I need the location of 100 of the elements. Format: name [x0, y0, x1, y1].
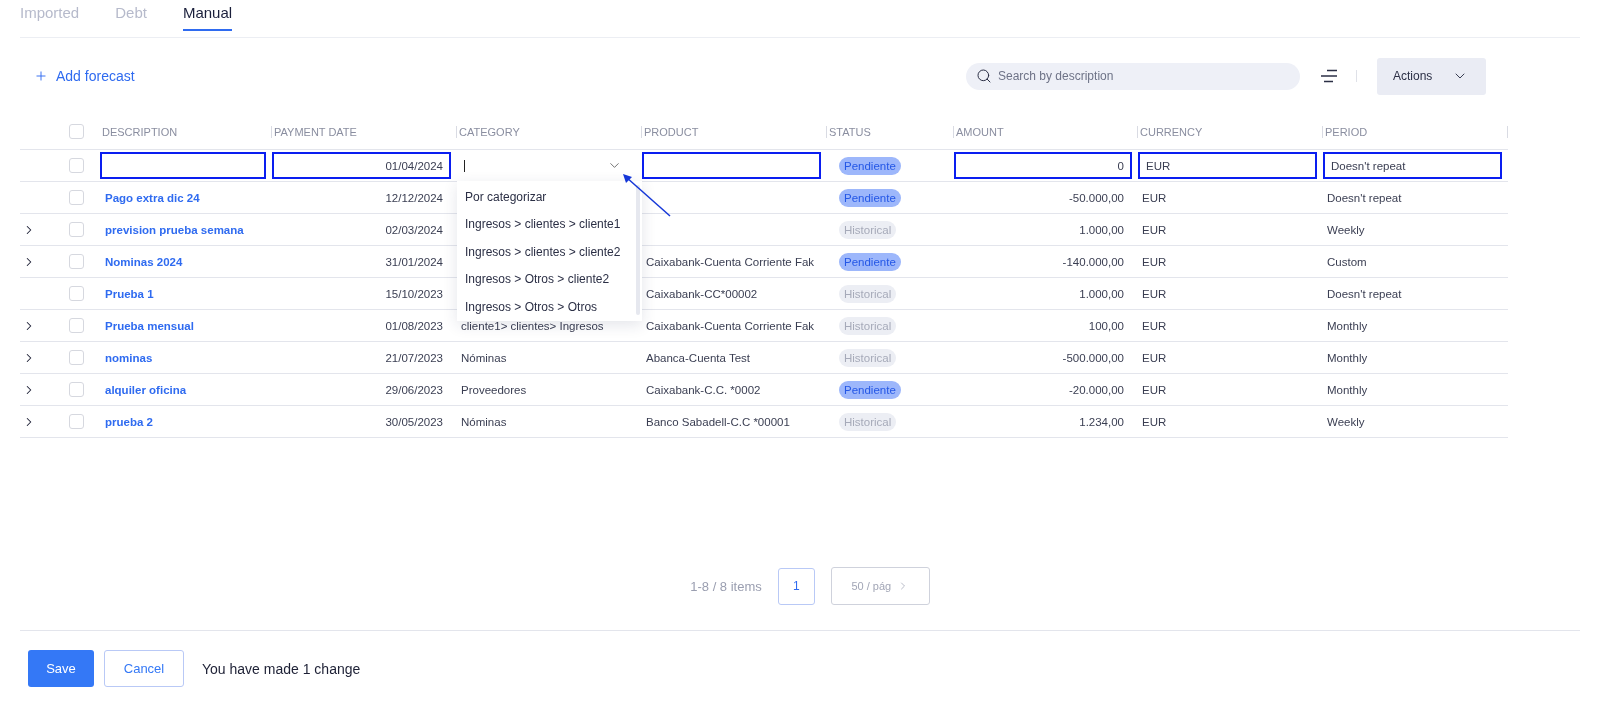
status-badge: Pendiente [839, 156, 901, 175]
column-header: DESCRIPTION [102, 125, 178, 138]
checkbox[interactable] [69, 222, 84, 237]
save-button[interactable]: Save [28, 650, 94, 687]
currency-input[interactable]: EUR [1138, 152, 1317, 179]
amount-text: 1.000,00 [1079, 287, 1124, 300]
amount-text: -20.000,00 [1069, 383, 1124, 396]
payment-date: 21/07/2023 [385, 351, 443, 364]
dropdown-option[interactable]: Ingresos > Otros > cliente2 [457, 265, 642, 293]
description-link[interactable]: prevision prueba semana [104, 223, 244, 236]
cancel-button[interactable]: Cancel [104, 650, 184, 687]
currency-text: EUR [1142, 415, 1167, 428]
amount-text: 1.000,00 [1079, 223, 1124, 236]
description-link[interactable]: prueba 2 [104, 415, 153, 428]
status-badge: Pendiente [839, 188, 901, 207]
checkbox[interactable] [69, 318, 84, 333]
checkbox[interactable] [69, 190, 84, 205]
column-header: AMOUNT [956, 125, 1004, 138]
change-message: You have made 1 change [202, 660, 361, 677]
dropdown-option[interactable]: Ingresos > Otros > Otros [457, 293, 642, 321]
payment-date: 02/03/2024 [385, 223, 443, 236]
period-text: Monthly [1327, 319, 1368, 332]
status-badge: Historical [839, 348, 897, 367]
amount-text: 1.234,00 [1079, 415, 1124, 428]
column-header: PRODUCT [644, 125, 699, 138]
amount-input[interactable]: 0 [954, 152, 1132, 179]
tab[interactable]: Manual [182, 0, 233, 31]
column-header: PERIOD [1325, 125, 1368, 138]
payment-date: 15/10/2023 [385, 287, 443, 300]
date-input[interactable]: 01/04/2024 [272, 152, 451, 179]
payment-date: 30/05/2023 [385, 415, 443, 428]
amount-text: -50.000,00 [1069, 191, 1124, 204]
checkbox[interactable] [69, 158, 84, 173]
page-button[interactable]: 1 [777, 567, 815, 605]
payment-date: 01/08/2023 [385, 319, 443, 332]
product-input[interactable] [642, 152, 821, 179]
currency-text: EUR [1142, 383, 1167, 396]
period-text: Monthly [1327, 383, 1368, 396]
amount-text: -140.000,00 [1062, 255, 1124, 268]
dropdown-option[interactable]: Ingresos > clientes > cliente1 [457, 210, 642, 238]
pointer-arrow [623, 174, 673, 220]
checkbox[interactable] [69, 382, 84, 397]
checkbox[interactable] [69, 254, 84, 269]
description-link[interactable]: Nominas 2024 [104, 255, 183, 268]
period-text: Doesn't repeat [1327, 191, 1402, 204]
checkbox[interactable] [69, 124, 84, 139]
status-badge: Historical [839, 316, 897, 335]
description-link[interactable]: Prueba mensual [104, 319, 194, 332]
column-header: CATEGORY [459, 125, 520, 138]
description-link[interactable]: Pago extra dic 24 [104, 191, 200, 204]
period-text: Weekly [1327, 415, 1365, 428]
checkbox[interactable] [69, 414, 84, 429]
description-input[interactable] [100, 152, 266, 179]
status-badge: Historical [839, 412, 897, 431]
search-icon [976, 67, 992, 84]
currency-text: EUR [1142, 223, 1167, 236]
page-size-button[interactable]: 50 / pág [830, 567, 930, 605]
currency-text: EUR [1142, 191, 1167, 204]
filter-icon[interactable] [1320, 69, 1338, 83]
description-link[interactable]: Prueba 1 [104, 287, 154, 300]
payment-date: 31/01/2024 [385, 255, 443, 268]
add-forecast-button[interactable]: Add forecast [20, 68, 135, 84]
status-badge: Pendiente [839, 252, 901, 271]
product-text: Caixabank-CC*00002 [646, 287, 758, 300]
items-count: 1-8 / 8 items [690, 578, 762, 594]
currency-text: EUR [1142, 319, 1167, 332]
period-text: Monthly [1327, 351, 1368, 364]
category-text: Nóminas [461, 415, 507, 428]
period-text: Custom [1327, 255, 1367, 268]
checkbox[interactable] [69, 350, 84, 365]
amount-text: 100,00 [1088, 319, 1124, 332]
product-text: Caixabank-Cuenta Corriente Fak [646, 255, 815, 268]
plus-icon [34, 69, 48, 83]
period-text: Weekly [1327, 223, 1365, 236]
checkbox[interactable] [69, 286, 84, 301]
description-link[interactable]: nominas [104, 351, 153, 364]
product-text: Caixabank-C.C. *0002 [646, 383, 761, 396]
category-text: cliente1> clientes> Ingresos [461, 319, 604, 332]
currency-text: EUR [1142, 287, 1167, 300]
dropdown-option[interactable]: Ingresos > clientes > cliente2 [457, 238, 642, 266]
category-text: Proveedores [461, 383, 527, 396]
product-text: Banco Sabadell-C.C *00001 [646, 415, 790, 428]
description-link[interactable]: alquiler oficina [104, 383, 187, 396]
search-field[interactable]: Search by description [966, 62, 1300, 90]
currency-text: EUR [1142, 351, 1167, 364]
status-badge: Pendiente [839, 380, 901, 399]
product-text: Abanca-Cuenta Test [646, 351, 750, 364]
actions-button[interactable]: Actions [1377, 57, 1486, 95]
payment-date: 29/06/2023 [385, 383, 443, 396]
status-badge: Historical [839, 284, 897, 303]
dropdown-option[interactable]: Por categorizar [457, 183, 642, 211]
status-badge: Historical [839, 220, 897, 239]
currency-text: EUR [1142, 255, 1167, 268]
column-header: STATUS [829, 125, 871, 138]
product-text: Caixabank-Cuenta Corriente Fak [646, 319, 815, 332]
column-header: PAYMENT DATE [274, 125, 357, 138]
category-text: Nóminas [461, 351, 507, 364]
amount-text: -500.000,00 [1062, 351, 1124, 364]
period-text: Doesn't repeat [1327, 287, 1402, 300]
period-input[interactable]: Doesn't repeat [1323, 152, 1502, 179]
